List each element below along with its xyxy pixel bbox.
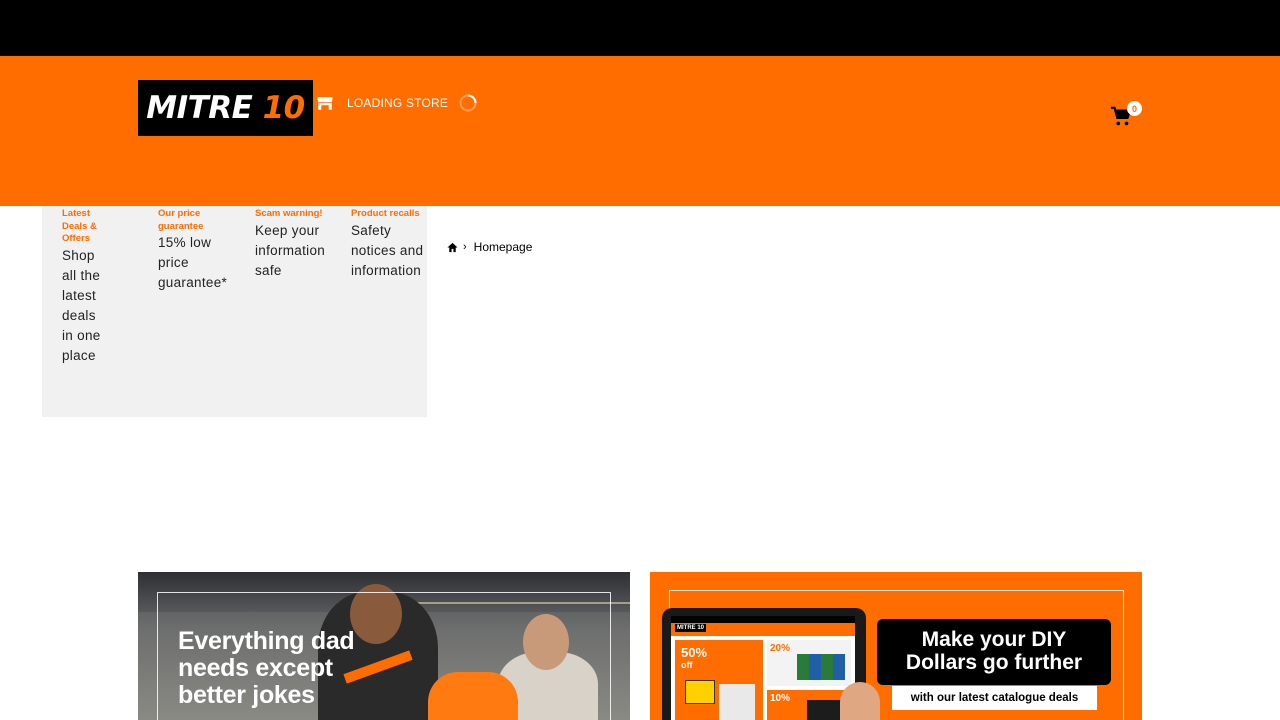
cart-count-badge: 0 xyxy=(1127,101,1142,116)
tablet-bbq xyxy=(807,700,843,720)
breadcrumb: › Homepage xyxy=(447,240,532,254)
promo-title: Our price guarantee xyxy=(158,208,204,232)
top-black-bar xyxy=(0,0,1280,56)
catalogue-banner[interactable]: MITRE 10 50% off 20% 10% Make your DIY D… xyxy=(650,572,1142,720)
store-icon xyxy=(317,97,333,110)
promo-title: Latest Deals & Offers xyxy=(62,208,97,244)
logo-text: MITRE 10 xyxy=(146,90,305,126)
tablet-tool-case xyxy=(685,680,715,704)
tablet-paint-tins xyxy=(797,654,845,680)
breadcrumb-separator: › xyxy=(463,241,467,253)
promo-desc: Shop all the latest deals in one place xyxy=(62,247,101,363)
tablet-tools xyxy=(719,684,755,720)
tablet-topbar xyxy=(671,616,855,623)
promo-product-recalls[interactable]: Product recalls Safety notices and infor… xyxy=(351,208,427,281)
tablet-logo: MITRE 10 xyxy=(675,624,707,632)
tablet-promo-panel: 50% off xyxy=(675,640,763,720)
tablet-screen: MITRE 10 50% off 20% 10% xyxy=(671,616,855,720)
tablet-bbq-panel: 10% xyxy=(767,690,851,720)
site-header: MITRE 10 LOADING STORE 0 xyxy=(0,56,1280,206)
mitre10-logo[interactable]: MITRE 10 xyxy=(138,80,313,136)
banner-heading: Everything dad needs except better jokes xyxy=(178,627,355,709)
promo-desc: Keep your information safe xyxy=(255,222,326,278)
fathers-day-banner[interactable]: Everything dad needs except better jokes xyxy=(138,572,630,720)
cart-button[interactable]: 0 xyxy=(1110,101,1144,131)
promo-title: Product recalls xyxy=(351,208,420,219)
loading-spinner-icon xyxy=(459,94,477,112)
promo-price-guarantee[interactable]: Our price guarantee 15% low price guaran… xyxy=(158,208,234,293)
tablet-paint-panel: 20% xyxy=(767,640,851,686)
home-icon[interactable] xyxy=(447,242,458,253)
hand-image xyxy=(840,682,880,720)
tablet-image: MITRE 10 50% off 20% 10% xyxy=(662,608,866,720)
diy-heading-box: Make your DIY Dollars go further xyxy=(877,619,1111,685)
diy-subtext: with our latest catalogue deals xyxy=(892,686,1097,710)
tablet-deal-20: 20% xyxy=(770,643,791,654)
tablet-deal-10: 10% xyxy=(770,693,791,704)
breadcrumb-current: Homepage xyxy=(473,240,533,254)
promo-scam-warning[interactable]: Scam warning! Keep your information safe xyxy=(255,208,333,281)
store-label: LOADING STORE xyxy=(347,96,449,110)
tablet-deal-50: 50% off xyxy=(681,645,708,670)
promo-strip: Latest Deals & Offers Shop all the lates… xyxy=(42,206,427,417)
promo-desc: 15% low price guarantee* xyxy=(158,235,228,290)
promo-title: Scam warning! xyxy=(255,208,323,219)
store-selector[interactable]: LOADING STORE xyxy=(316,93,478,113)
promo-desc: Safety notices and information xyxy=(351,222,424,278)
promo-latest-deals[interactable]: Latest Deals & Offers Shop all the lates… xyxy=(62,208,102,366)
